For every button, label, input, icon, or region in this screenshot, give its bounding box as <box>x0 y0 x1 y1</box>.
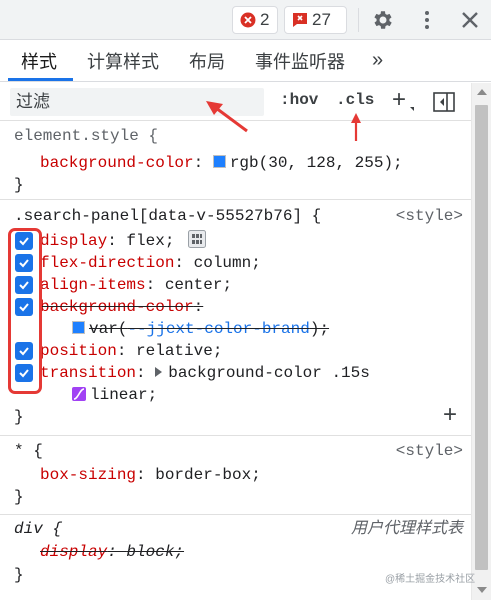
declaration[interactable]: background-color: rgb(30, 128, 255); <box>40 152 403 174</box>
declaration-background-color-overridden[interactable]: background-color: <box>40 296 203 318</box>
expand-triangle-icon[interactable] <box>155 367 163 377</box>
rule-search-panel: .search-panel[data-v-55527b76] { <style>… <box>0 201 471 436</box>
rule-close-brace: } <box>14 566 24 584</box>
scroll-up-arrow-icon[interactable] <box>477 89 487 95</box>
property-value[interactable]: column; <box>194 254 261 272</box>
add-declaration-button[interactable]: + <box>443 401 457 429</box>
declaration-align-items[interactable]: align-items: center; <box>40 274 232 296</box>
property-value[interactable]: flex; <box>126 232 174 250</box>
color-swatch-icon[interactable] <box>212 155 226 168</box>
easing-editor-icon[interactable] <box>72 387 86 401</box>
declaration-display[interactable]: display: flex; <box>40 230 207 252</box>
property-name[interactable]: box-sizing <box>40 466 136 484</box>
property-value[interactable]: rgb(30, 128, 255); <box>230 154 403 172</box>
property-value[interactable]: linear; <box>90 386 157 404</box>
declaration-box-sizing[interactable]: box-sizing: border-box; <box>40 464 261 486</box>
property-value[interactable]: background-color .15s <box>168 364 370 382</box>
declaration-transition[interactable]: transition: background-color .15s <box>40 362 370 384</box>
css-variable-link[interactable]: --jjext-color-brand <box>127 320 309 338</box>
property-name[interactable]: display <box>40 232 107 250</box>
rule-selector[interactable]: * { <box>14 440 43 462</box>
property-name: display <box>40 543 108 561</box>
rule-selector[interactable]: element.style { <box>14 125 158 147</box>
vertical-scrollbar[interactable] <box>471 83 491 600</box>
declaration-var-value[interactable]: var(--jjext-color-brand); <box>72 318 329 340</box>
scroll-down-arrow-icon[interactable] <box>477 587 487 593</box>
property-name[interactable]: transition <box>40 364 136 382</box>
property-value[interactable]: center; <box>165 276 232 294</box>
declaration-position[interactable]: position: relative; <box>40 340 222 362</box>
property-name[interactable]: background-color <box>40 298 194 316</box>
annotation-highlight-box <box>8 228 42 394</box>
watermark: @稀土掘金技术社区 <box>385 574 476 585</box>
rule-source-link[interactable]: <style> <box>396 440 463 462</box>
rule-close-brace: } <box>14 488 24 506</box>
declaration-flex-direction[interactable]: flex-direction: column; <box>40 252 261 274</box>
property-value: block; <box>126 543 185 561</box>
rule-universal: * { <style> box-sizing: border-box; } <box>0 437 471 515</box>
rule-close-brace: } <box>14 408 24 426</box>
rule-selector[interactable]: .search-panel[data-v-55527b76] { <box>14 205 321 227</box>
property-name[interactable]: position <box>40 342 117 360</box>
declaration-transition-timing[interactable]: linear; <box>72 384 157 406</box>
property-name[interactable]: background-color <box>40 154 194 172</box>
property-value[interactable]: border-box; <box>155 466 261 484</box>
property-value[interactable]: relative; <box>136 342 222 360</box>
var-function: var( <box>89 320 128 338</box>
rule-user-agent-div: div { 用户代理样式表 display: block; } <box>0 516 471 600</box>
var-close: ); <box>309 320 330 338</box>
color-swatch-icon[interactable] <box>72 321 85 334</box>
property-name[interactable]: align-items <box>40 276 146 294</box>
property-name[interactable]: flex-direction <box>40 254 174 272</box>
scrollbar-thumb[interactable] <box>475 105 488 570</box>
user-agent-stylesheet-label: 用户代理样式表 <box>350 520 463 537</box>
rule-element-style: element.style { background-color: rgb(30… <box>0 122 471 200</box>
rule-selector: div { <box>14 520 63 538</box>
declaration-display-ua: display: block; <box>40 543 185 561</box>
rule-close-brace: } <box>14 176 24 194</box>
rule-source-link[interactable]: <style> <box>396 205 463 227</box>
